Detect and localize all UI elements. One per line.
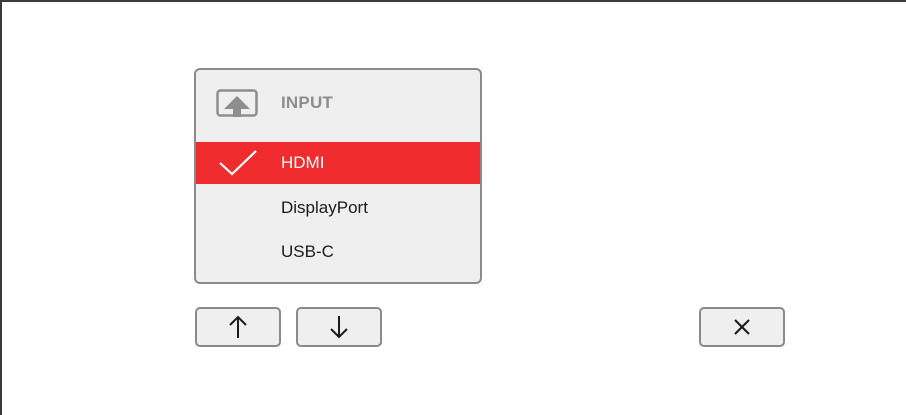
arrow-up-icon: [229, 315, 247, 338]
arrow-down-icon: [330, 316, 348, 339]
close-button[interactable]: [699, 307, 785, 347]
down-button[interactable]: [296, 307, 382, 347]
menu-item-usb-c[interactable]: USB-C: [196, 231, 480, 273]
input-source-icon: [216, 89, 258, 117]
menu-item-label: HDMI: [281, 153, 325, 172]
input-menu-panel: INPUT HDMI DisplayPort USB-C: [194, 68, 482, 284]
menu-item-hdmi[interactable]: HDMI: [196, 142, 480, 184]
menu-item-label: USB-C: [281, 242, 334, 261]
osd-screen: INPUT HDMI DisplayPort USB-C: [0, 0, 906, 415]
menu-item-label: DisplayPort: [281, 198, 368, 217]
menu-item-displayport[interactable]: DisplayPort: [196, 187, 480, 229]
menu-title: INPUT: [281, 93, 333, 112]
checkmark-icon: [219, 150, 257, 176]
up-button[interactable]: [195, 307, 281, 347]
menu-header: INPUT: [196, 70, 480, 138]
close-icon: [734, 319, 750, 335]
